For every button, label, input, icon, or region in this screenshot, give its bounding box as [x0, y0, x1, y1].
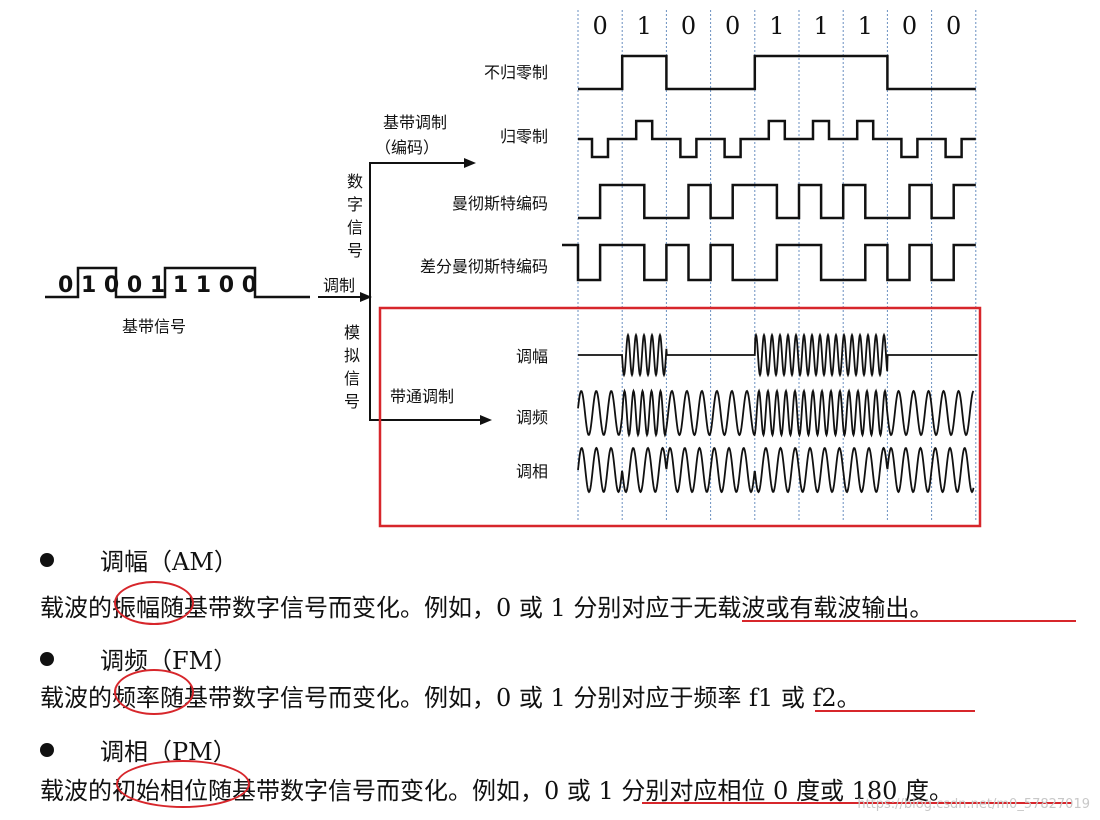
vertical-char: 模 [344, 323, 360, 342]
pm-keyword-circle [116, 760, 250, 808]
am-keyword-circle [114, 581, 194, 625]
pm-bullet-icon [40, 743, 54, 757]
row-label-fm: 调频 [516, 408, 548, 427]
signal-modulation-diagram: 010011100 0 1 0 0 1 1 1 0 0 基带信号 调制 数字信号… [45, 10, 982, 528]
modulation-notes: 调幅（AM） 载波的振幅随基带数字信号而变化。例如，0 或 1 分别对应于无载波… [0, 538, 1100, 820]
bit-label: 0 [592, 12, 607, 40]
arrow-head-baseband [464, 158, 476, 168]
modulation-label: 调制 [323, 276, 355, 295]
vertical-char: 信 [344, 369, 360, 388]
bandpass-modulation-label: 带通调制 [390, 387, 454, 406]
vertical-char: 拟 [344, 346, 360, 365]
fm-waveform [577, 388, 975, 438]
row-label-am: 调幅 [516, 347, 548, 366]
baseband-modulation-label: 基带调制 [383, 113, 447, 132]
fm-bullet-icon [40, 652, 54, 666]
vertical-char: 数 [347, 172, 363, 191]
vertical-char: 号 [347, 241, 363, 260]
diff-manchester-waveform [562, 243, 976, 282]
row-label-rz: 归零制 [500, 127, 548, 146]
watermark: https://blog.csdn.net/m0_57827019 [857, 797, 1090, 812]
pm-waveform [577, 446, 975, 494]
am-bullet-icon [40, 553, 54, 567]
analog-signal-label: 模拟信号 [344, 323, 360, 411]
bit-label: 0 [725, 12, 740, 40]
bit-label: 0 [902, 12, 917, 40]
digital-signal-label: 数字信号 [347, 172, 363, 260]
am-waveform [578, 332, 978, 378]
bit-sequence-header: 0 1 0 0 1 1 1 0 0 [592, 12, 961, 40]
arrow-head-bandpass [480, 415, 492, 425]
bit-label: 0 [681, 12, 696, 40]
am-title: 调幅（AM） [100, 548, 238, 576]
bit-label: 1 [637, 12, 652, 40]
bandpass-highlight-box [378, 306, 982, 528]
encoding-label: （编码） [375, 138, 439, 157]
fm-underline [815, 710, 975, 712]
nrz-waveform [578, 54, 976, 91]
baseband-bits: 0 1 0 0 1 1 1 0 0 [58, 273, 257, 298]
vertical-char: 信 [347, 218, 363, 237]
bit-label: 0 [946, 12, 961, 40]
row-label-manchester: 曼彻斯特编码 [452, 194, 548, 213]
bit-label: 1 [813, 12, 828, 40]
am-underline [742, 620, 1076, 622]
manchester-waveform [578, 183, 976, 220]
baseband-signal: 0 1 0 0 1 1 1 0 0 基带信号 [45, 266, 310, 336]
vertical-char: 号 [344, 392, 360, 411]
row-label-diff-manchester: 差分曼彻斯特编码 [420, 257, 548, 276]
vertical-char: 字 [347, 195, 363, 214]
row-label-pm: 调相 [516, 462, 548, 481]
baseband-label: 基带信号 [122, 317, 186, 336]
bit-label: 1 [858, 12, 873, 40]
rz-waveform [578, 119, 976, 159]
bit-label: 1 [769, 12, 784, 40]
row-label-nrz: 不归零制 [484, 63, 548, 82]
fm-keyword-circle [114, 669, 194, 715]
